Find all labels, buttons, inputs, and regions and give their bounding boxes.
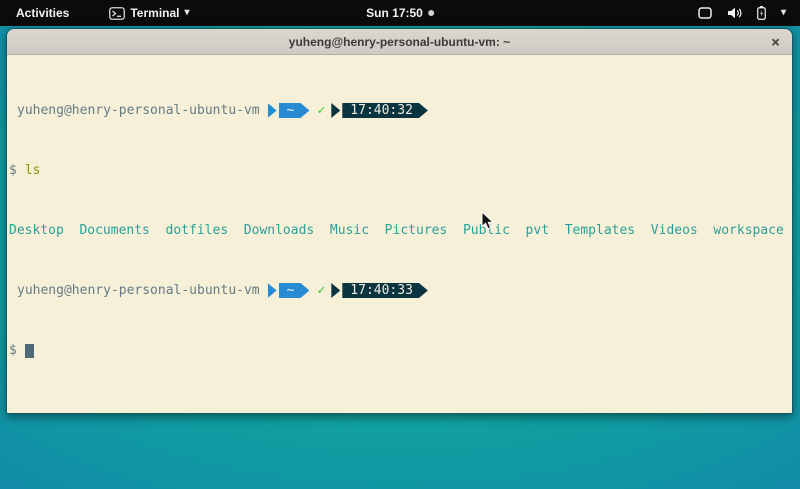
user-host-text: yuheng@henry-personal-ubuntu-vm (9, 103, 260, 118)
powerline-arrow-icon (331, 103, 340, 118)
prompt-symbol: $ (9, 343, 17, 358)
window-titlebar[interactable]: yuheng@henry-personal-ubuntu-vm: ~ × (7, 29, 792, 55)
chevron-down-icon: ▾ (781, 8, 786, 18)
ls-output-line: Desktop Documents dotfiles Downloads Mus… (9, 223, 790, 238)
success-check-icon: ✓ (317, 283, 325, 298)
terminal-window: yuheng@henry-personal-ubuntu-vm: ~ × yuh… (6, 28, 793, 414)
prompt-line-1: yuheng@henry-personal-ubuntu-vm ~ ✓ 17:4… (9, 103, 790, 118)
powerline-arrow-icon (268, 283, 277, 298)
close-button[interactable]: × (771, 29, 780, 55)
powerline-arrow-icon (268, 103, 277, 118)
terminal-app-menu[interactable]: Terminal ▾ (105, 4, 193, 22)
app-menu-label: Terminal (130, 6, 179, 20)
mouse-cursor (481, 211, 495, 230)
prompt-symbol: $ (9, 163, 17, 178)
command-line: $ ls (9, 163, 790, 178)
recording-indicator-icon (428, 10, 434, 16)
time-segment: 17:40:32 (342, 103, 428, 118)
battery-charging-icon (757, 6, 766, 20)
window-title: yuheng@henry-personal-ubuntu-vm: ~ (289, 35, 510, 49)
cwd-segment: ~ (279, 103, 310, 118)
powerline-arrow-icon (331, 283, 340, 298)
user-host-text: yuheng@henry-personal-ubuntu-vm (9, 283, 260, 298)
time-segment: 17:40:33 (342, 283, 428, 298)
system-status-menu[interactable]: ▾ (694, 0, 790, 26)
clock-label: Sun 17:50 (366, 6, 423, 20)
top-bar: Activities Terminal ▾ Sun 17:50 (0, 0, 800, 26)
terminal-app-icon (109, 7, 125, 20)
current-input-line: $ (9, 343, 790, 358)
success-check-icon: ✓ (317, 103, 325, 118)
activities-button[interactable]: Activities (12, 4, 73, 22)
volume-icon (727, 7, 742, 19)
text-cursor (25, 344, 34, 358)
clock-menu[interactable]: Sun 17:50 (360, 0, 440, 26)
display-icon (698, 7, 712, 19)
prompt-line-2: yuheng@henry-personal-ubuntu-vm ~ ✓ 17:4… (9, 283, 790, 298)
chevron-down-icon: ▾ (184, 8, 189, 18)
cwd-segment: ~ (279, 283, 310, 298)
terminal-content[interactable]: yuheng@henry-personal-ubuntu-vm ~ ✓ 17:4… (7, 55, 792, 414)
command-text: ls (25, 163, 41, 178)
